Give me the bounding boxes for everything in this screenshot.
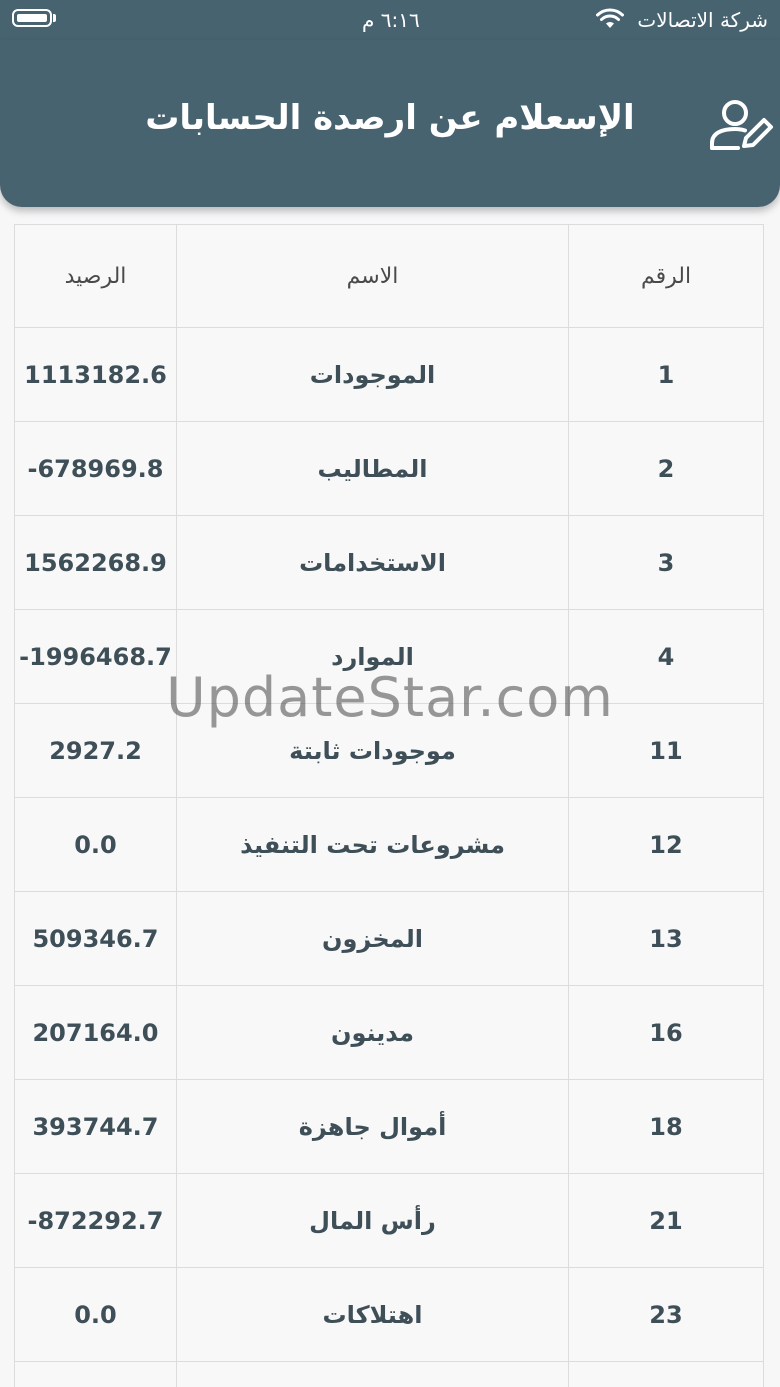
table-row[interactable]: 16 مدينون 207164.0 bbox=[15, 985, 763, 1080]
cell-balance: 0.0 bbox=[15, 797, 177, 892]
cell-name: الاستخدامات bbox=[176, 515, 569, 610]
cell-name: مشروعات تحت التنفيذ bbox=[176, 797, 569, 892]
cell-number: 18 bbox=[568, 1079, 763, 1174]
cell-balance: 0.0 bbox=[15, 1267, 177, 1362]
cell-number: 3 bbox=[568, 515, 763, 610]
cell-balance: -1996468.7 bbox=[15, 609, 177, 704]
table-row[interactable]: 11 موجودات ثابتة 2927.2 bbox=[15, 703, 763, 798]
cell-number: 11 bbox=[568, 703, 763, 798]
cell-name: الموجودات bbox=[176, 327, 569, 422]
table-row[interactable]: 12 مشروعات تحت التنفيذ 0.0 bbox=[15, 797, 763, 892]
cell-balance: 1113182.6 bbox=[15, 327, 177, 422]
header-balance: الرصيد bbox=[15, 225, 177, 328]
cell-number: 12 bbox=[568, 797, 763, 892]
cell-number: 21 bbox=[568, 1173, 763, 1268]
cell-name: المطاليب bbox=[176, 421, 569, 516]
table-row[interactable]: 21 رأس المال -872292.7 bbox=[15, 1173, 763, 1268]
header-number: الرقم bbox=[568, 225, 763, 328]
header-name: الاسم bbox=[176, 225, 569, 328]
cell-balance: 2927.2 bbox=[15, 703, 177, 798]
cell-balance bbox=[15, 1361, 177, 1387]
cell-number: 2 bbox=[568, 421, 763, 516]
cell-name: الموارد bbox=[176, 609, 569, 704]
cell-balance: 1562268.9 bbox=[15, 515, 177, 610]
status-time: ٦:١٦ م bbox=[362, 8, 420, 32]
cell-number: 23 bbox=[568, 1267, 763, 1362]
table-row[interactable]: 2 المطاليب -678969.8 bbox=[15, 421, 763, 516]
cell-balance: -872292.7 bbox=[15, 1173, 177, 1268]
carrier-name: شركة الاتصالات bbox=[637, 8, 768, 32]
table-row[interactable]: 23 اهتلاكات 0.0 bbox=[15, 1267, 763, 1362]
table-row[interactable]: 3 الاستخدامات 1562268.9 bbox=[15, 515, 763, 610]
status-bar: ٦:١٦ م شركة الاتصالات bbox=[0, 0, 780, 40]
cell-name: موجودات ثابتة bbox=[176, 703, 569, 798]
cell-number bbox=[568, 1361, 763, 1387]
cell-balance: -678969.8 bbox=[15, 421, 177, 516]
table-row[interactable]: 18 أموال جاهزة 393744.7 bbox=[15, 1079, 763, 1174]
page-title: الإسعلام عن ارصدة الحسابات bbox=[145, 98, 635, 138]
table-row[interactable] bbox=[15, 1361, 763, 1387]
table-row[interactable]: 4 الموارد -1996468.7 bbox=[15, 609, 763, 704]
user-edit-icon[interactable] bbox=[708, 96, 774, 154]
cell-number: 13 bbox=[568, 891, 763, 986]
cell-name bbox=[176, 1361, 569, 1387]
cell-name: اهتلاكات bbox=[176, 1267, 569, 1362]
wifi-icon bbox=[596, 8, 624, 28]
balances-table: الرقم الاسم الرصيد 1 الموجودات 1113182.6… bbox=[14, 224, 764, 1387]
cell-name: رأس المال bbox=[176, 1173, 569, 1268]
table-row[interactable]: 1 الموجودات 1113182.6 bbox=[15, 327, 763, 422]
cell-balance: 509346.7 bbox=[15, 891, 177, 986]
cell-name: أموال جاهزة bbox=[176, 1079, 569, 1174]
cell-number: 1 bbox=[568, 327, 763, 422]
table-row[interactable]: 13 المخزون 509346.7 bbox=[15, 891, 763, 986]
cell-name: المخزون bbox=[176, 891, 569, 986]
cell-number: 16 bbox=[568, 985, 763, 1080]
cell-balance: 393744.7 bbox=[15, 1079, 177, 1174]
cell-name: مدينون bbox=[176, 985, 569, 1080]
app-bar: الإسعلام عن ارصدة الحسابات bbox=[0, 40, 780, 207]
cell-balance: 207164.0 bbox=[15, 985, 177, 1080]
cell-number: 4 bbox=[568, 609, 763, 704]
table-header-row: الرقم الاسم الرصيد bbox=[15, 225, 763, 328]
battery-icon bbox=[12, 9, 52, 27]
